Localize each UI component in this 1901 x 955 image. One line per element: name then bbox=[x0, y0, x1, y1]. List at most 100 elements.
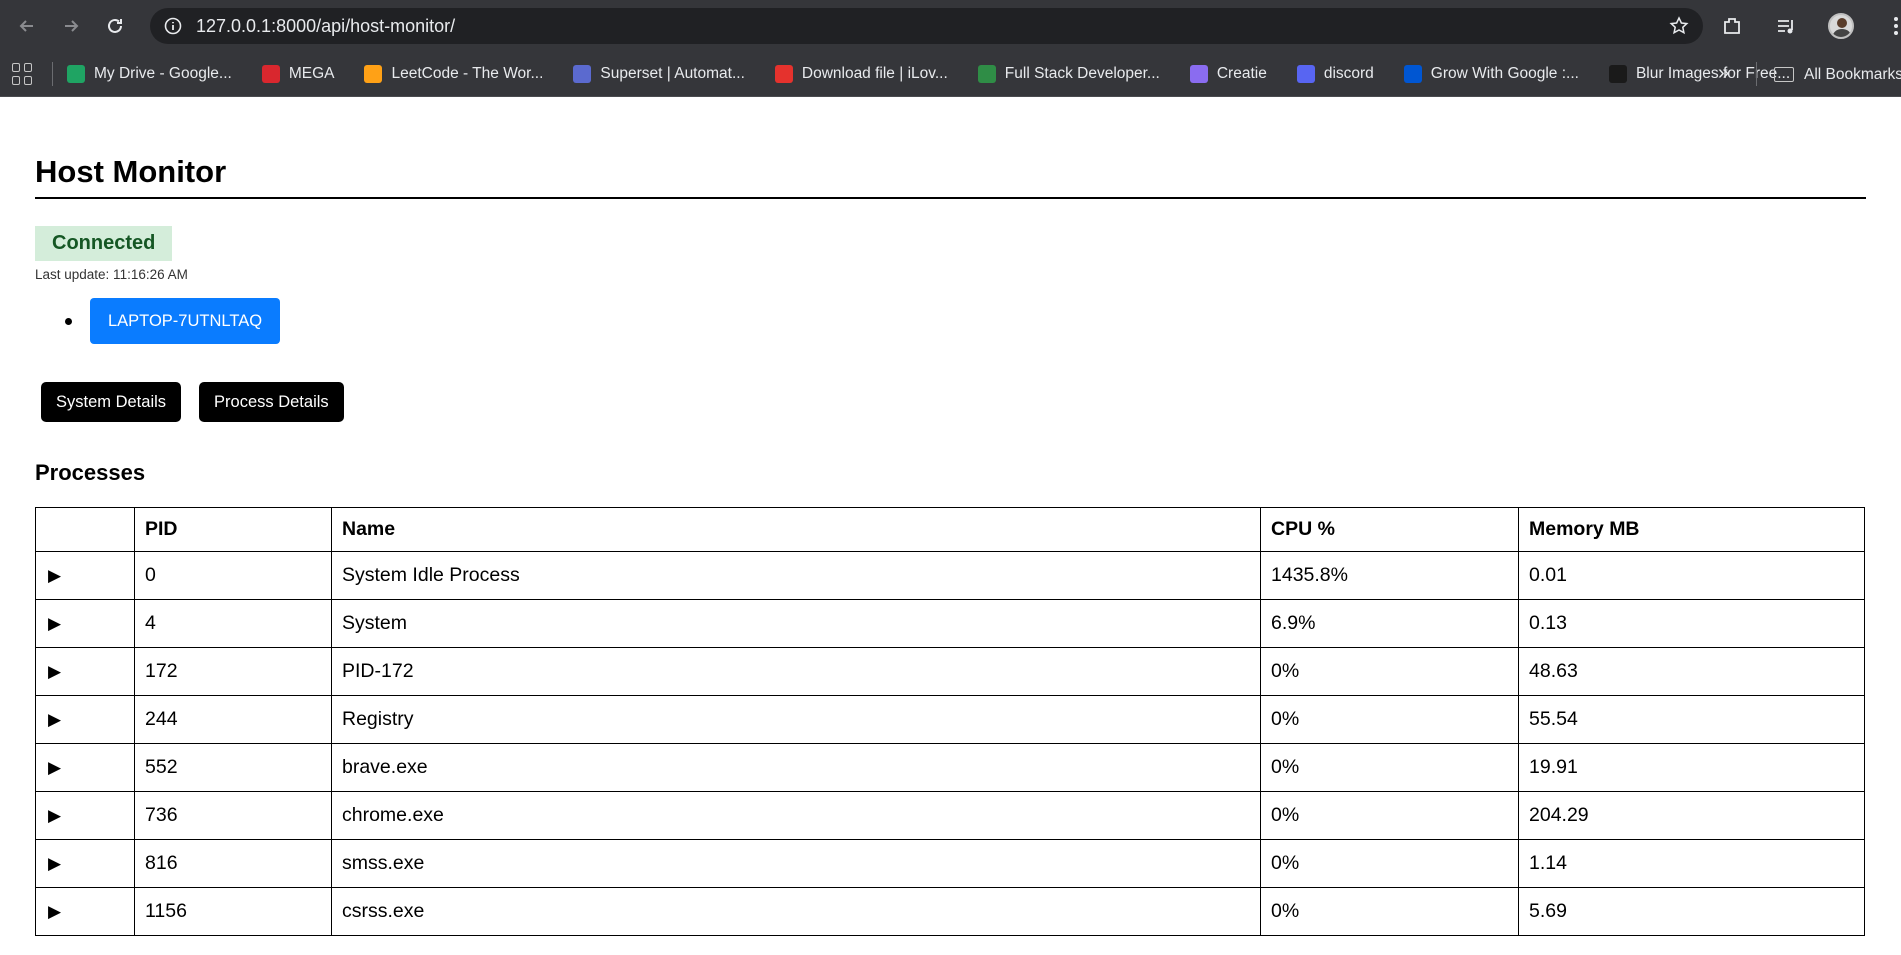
system-details-button[interactable]: System Details bbox=[41, 382, 182, 422]
expand-arrow-icon[interactable]: ▶ bbox=[35, 551, 135, 600]
cpu-column-header: CPU % bbox=[1260, 507, 1519, 552]
back-button[interactable] bbox=[10, 9, 44, 43]
bookmark-item[interactable]: My Drive - Google... bbox=[67, 65, 232, 83]
chrome-menu-icon[interactable] bbox=[1884, 14, 1901, 38]
memory-cell: 19.91 bbox=[1518, 743, 1865, 792]
more-bookmarks-chevron-icon[interactable]: » bbox=[1718, 62, 1729, 85]
name-cell: Registry bbox=[331, 695, 1261, 744]
reload-icon bbox=[108, 18, 122, 33]
cpu-cell: 1435.8% bbox=[1260, 551, 1519, 600]
table-row[interactable]: ▶ 0 System Idle Process 1435.8% 0.01 bbox=[35, 551, 1865, 600]
last-update-text: Last update: 11:16:26 AM bbox=[35, 267, 188, 282]
page-content: Host Monitor Connected Last update: 11:1… bbox=[0, 155, 1901, 936]
expand-arrow-icon[interactable]: ▶ bbox=[35, 695, 135, 744]
cpu-cell: 0% bbox=[1260, 791, 1519, 840]
process-details-button[interactable]: Process Details bbox=[199, 382, 344, 422]
connection-status-badge: Connected bbox=[35, 226, 173, 261]
reload-button[interactable] bbox=[98, 9, 132, 43]
bookmark-label: Grow With Google :... bbox=[1430, 65, 1579, 82]
coursera-icon bbox=[1403, 65, 1422, 83]
table-row[interactable]: ▶ 552 brave.exe 0% 19.91 bbox=[35, 743, 1865, 792]
memory-cell: 48.63 bbox=[1518, 647, 1865, 696]
apps-grid-icon[interactable] bbox=[12, 63, 34, 85]
bookmarks-bar: My Drive - Google... MEGA LeetCode - The W… bbox=[0, 52, 1901, 97]
pid-cell: 172 bbox=[134, 647, 332, 696]
all-bookmarks-button[interactable]: All Bookmarks bbox=[1774, 52, 1901, 96]
cpu-cell: 0% bbox=[1260, 695, 1519, 744]
adobe-express-icon bbox=[1608, 65, 1627, 83]
bookmark-label: My Drive - Google... bbox=[94, 65, 232, 82]
bookmark-item[interactable]: Blur Images for Free... bbox=[1608, 65, 1790, 83]
memory-column-header: Memory MB bbox=[1518, 507, 1865, 552]
name-cell: System bbox=[331, 599, 1261, 648]
geeksforgeeks-icon bbox=[977, 65, 996, 83]
bookmark-item[interactable]: Superset | Automat... bbox=[573, 65, 745, 83]
table-row[interactable]: ▶ 736 chrome.exe 0% 204.29 bbox=[35, 791, 1865, 840]
pid-cell: 1156 bbox=[134, 887, 332, 936]
bookmark-item[interactable]: Full Stack Developer... bbox=[977, 65, 1160, 83]
expand-arrow-icon[interactable]: ▶ bbox=[35, 647, 135, 696]
all-bookmarks-label: All Bookmarks bbox=[1804, 65, 1901, 83]
ilovepdf-icon bbox=[774, 65, 793, 83]
bookmark-item[interactable]: Grow With Google :... bbox=[1403, 65, 1579, 83]
forward-button[interactable] bbox=[54, 9, 88, 43]
bookmark-label: Download file | iLov... bbox=[801, 65, 948, 82]
bookmark-label: Full Stack Developer... bbox=[1004, 65, 1160, 82]
extensions-icon[interactable] bbox=[1720, 14, 1744, 38]
folder-icon bbox=[1774, 67, 1794, 82]
bookmark-item[interactable]: discord bbox=[1296, 65, 1374, 83]
google-drive-icon bbox=[67, 65, 85, 83]
expand-arrow-icon[interactable]: ▶ bbox=[35, 839, 135, 888]
bookmark-star-icon[interactable] bbox=[1669, 16, 1689, 36]
bookmarks-divider bbox=[1756, 62, 1757, 86]
bookmarks-divider bbox=[52, 62, 53, 86]
media-controls-icon[interactable] bbox=[1774, 14, 1798, 38]
bookmark-item[interactable]: Download file | iLov... bbox=[774, 65, 948, 83]
url-text[interactable]: 127.0.0.1:8000/api/host-monitor/ bbox=[196, 16, 455, 37]
mega-icon bbox=[261, 65, 280, 83]
table-row[interactable]: ▶ 172 PID-172 0% 48.63 bbox=[35, 647, 1865, 696]
name-cell: csrss.exe bbox=[331, 887, 1261, 936]
host-list: LAPTOP-7UTNLTAQ bbox=[35, 298, 1866, 344]
bookmark-label: Superset | Automat... bbox=[600, 65, 745, 82]
bookmark-label: Creatie bbox=[1216, 65, 1267, 82]
pid-cell: 0 bbox=[134, 551, 332, 600]
back-arrow-icon bbox=[19, 20, 33, 32]
bookmark-item[interactable]: Creatie bbox=[1189, 65, 1267, 83]
cpu-cell: 0% bbox=[1260, 887, 1519, 936]
memory-cell: 0.01 bbox=[1518, 551, 1865, 600]
browser-toolbar: 127.0.0.1:8000/api/host-monitor/ bbox=[0, 0, 1901, 52]
forward-arrow-icon bbox=[65, 20, 79, 32]
expand-arrow-icon[interactable]: ▶ bbox=[35, 887, 135, 936]
table-row[interactable]: ▶ 244 Registry 0% 55.54 bbox=[35, 695, 1865, 744]
processes-table: PID Name CPU % Memory MB ▶ 0 System Idle P… bbox=[35, 507, 1865, 936]
host-button[interactable]: LAPTOP-7UTNLTAQ bbox=[90, 298, 281, 344]
bookmark-item[interactable]: MEGA bbox=[261, 65, 335, 83]
address-bar[interactable]: 127.0.0.1:8000/api/host-monitor/ bbox=[150, 8, 1703, 44]
pid-cell: 552 bbox=[134, 743, 332, 792]
host-list-item: LAPTOP-7UTNLTAQ bbox=[35, 298, 1866, 344]
expand-arrow-icon[interactable]: ▶ bbox=[35, 599, 135, 648]
name-cell: PID-172 bbox=[331, 647, 1261, 696]
expand-arrow-icon[interactable]: ▶ bbox=[35, 743, 135, 792]
memory-cell: 0.13 bbox=[1518, 599, 1865, 648]
memory-cell: 204.29 bbox=[1518, 791, 1865, 840]
cpu-cell: 6.9% bbox=[1260, 599, 1519, 648]
profile-avatar[interactable] bbox=[1828, 13, 1854, 39]
site-info-icon[interactable] bbox=[164, 17, 182, 35]
pid-cell: 736 bbox=[134, 791, 332, 840]
creatie-icon bbox=[1189, 65, 1208, 83]
table-row[interactable]: ▶ 4 System 6.9% 0.13 bbox=[35, 599, 1865, 648]
cpu-cell: 0% bbox=[1260, 839, 1519, 888]
cpu-cell: 0% bbox=[1260, 743, 1519, 792]
expand-arrow-icon[interactable]: ▶ bbox=[35, 791, 135, 840]
table-row[interactable]: ▶ 1156 csrss.exe 0% 5.69 bbox=[35, 887, 1865, 936]
bookmark-item[interactable]: LeetCode - The Wor... bbox=[364, 65, 543, 83]
bookmark-label: MEGA bbox=[288, 65, 335, 82]
pid-cell: 4 bbox=[134, 599, 332, 648]
pid-cell: 816 bbox=[134, 839, 332, 888]
memory-cell: 1.14 bbox=[1518, 839, 1865, 888]
bookmark-label: discord bbox=[1323, 65, 1374, 82]
processes-heading: Processes bbox=[35, 460, 146, 485]
table-row[interactable]: ▶ 816 smss.exe 0% 1.14 bbox=[35, 839, 1865, 888]
